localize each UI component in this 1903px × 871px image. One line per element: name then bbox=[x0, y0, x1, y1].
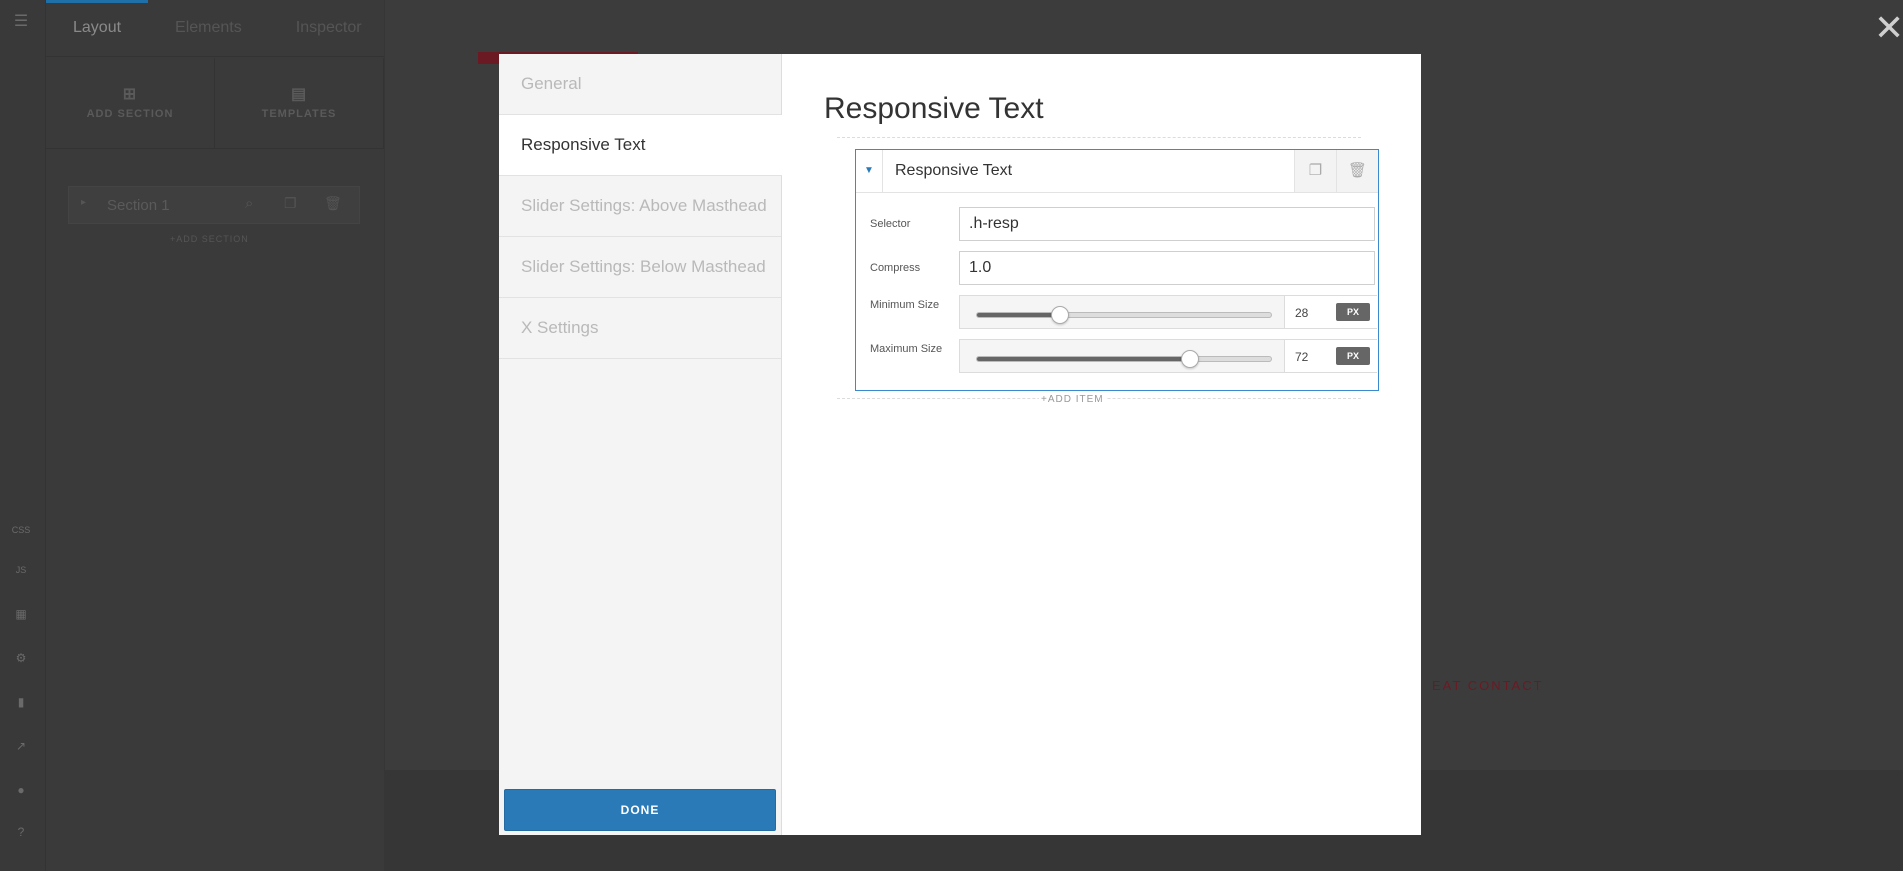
search-icon[interactable]: ⌕ bbox=[245, 195, 253, 212]
max-size-slider-group: 72 PX bbox=[959, 339, 1378, 373]
settings-nav-slider-above[interactable]: Slider Settings: Above Masthead bbox=[499, 176, 781, 237]
help-icon[interactable]: ? bbox=[11, 822, 31, 842]
section-name: Section 1 bbox=[107, 197, 170, 214]
max-size-slider-track[interactable] bbox=[976, 350, 1272, 368]
settings-content: Responsive Text ▼ Responsive Text ❐ 🗑 Se… bbox=[781, 54, 1421, 835]
max-size-value[interactable]: 72 bbox=[1295, 350, 1308, 364]
title-divider bbox=[837, 137, 1361, 138]
tab-elements[interactable]: Elements bbox=[148, 0, 269, 56]
add-section-link[interactable]: +ADD SECTION bbox=[170, 234, 249, 244]
min-size-slider-thumb[interactable] bbox=[1051, 306, 1070, 324]
external-link-icon[interactable]: ↗ bbox=[11, 736, 31, 756]
add-section-button[interactable]: ⊞ ADD SECTION bbox=[46, 58, 215, 148]
document-icon: ▤ bbox=[290, 86, 308, 103]
max-size-value-box: 72 PX bbox=[1284, 340, 1378, 372]
builder-tabs: Layout Elements Inspector bbox=[46, 0, 384, 57]
settings-nav-x-settings[interactable]: X Settings bbox=[499, 298, 781, 359]
close-icon[interactable]: ✕ bbox=[1874, 10, 1903, 46]
tab-layout[interactable]: Layout bbox=[46, 0, 149, 56]
templates-button[interactable]: ▤ TEMPLATES bbox=[215, 58, 384, 148]
settings-nav-slider-below[interactable]: Slider Settings: Below Masthead bbox=[499, 237, 781, 298]
settings-title: Responsive Text bbox=[824, 92, 1044, 125]
section-row[interactable]: ▸ Section 1 ⌕ ❐ 🗑 bbox=[68, 186, 360, 224]
grid-icon[interactable]: ▦ bbox=[11, 604, 31, 624]
min-size-slider-track[interactable] bbox=[976, 306, 1272, 324]
plus-square-icon: ⊞ bbox=[122, 86, 138, 103]
trash-icon[interactable]: 🗑 bbox=[1336, 150, 1378, 192]
min-size-slider-fill bbox=[977, 313, 1060, 317]
templates-label: TEMPLATES bbox=[261, 108, 337, 120]
max-size-slider-thumb[interactable] bbox=[1180, 350, 1199, 368]
compress-input[interactable] bbox=[959, 251, 1375, 285]
add-item-button[interactable]: +ADD ITEM bbox=[1039, 394, 1106, 405]
selector-input[interactable] bbox=[959, 207, 1375, 241]
settings-icon[interactable]: ⚙ bbox=[11, 648, 31, 668]
tab-inspector[interactable]: Inspector bbox=[269, 0, 389, 56]
max-size-unit-button[interactable]: PX bbox=[1336, 347, 1370, 365]
chevron-down-icon[interactable]: ▼ bbox=[856, 150, 883, 192]
expand-caret-icon[interactable]: ▸ bbox=[81, 197, 86, 208]
min-size-unit-button[interactable]: PX bbox=[1336, 303, 1370, 321]
canvas-nav-links: EAT CONTACT bbox=[1432, 678, 1544, 693]
compress-label: Compress bbox=[870, 262, 921, 274]
settings-modal: General Responsive Text Slider Settings:… bbox=[499, 54, 1421, 835]
builder-actions: ⊞ ADD SECTION ▤ TEMPLATES bbox=[46, 58, 384, 149]
min-size-slider-group: 28 PX bbox=[959, 295, 1378, 329]
item-title: Responsive Text bbox=[895, 162, 1013, 179]
min-size-value[interactable]: 28 bbox=[1295, 306, 1308, 320]
duplicate-icon[interactable]: ❐ bbox=[1294, 150, 1336, 192]
max-size-slider-fill bbox=[977, 357, 1189, 361]
menu-icon[interactable]: ☰ bbox=[11, 12, 31, 32]
min-size-value-box: 28 PX bbox=[1284, 296, 1378, 328]
icon-rail: ☰ CSS JS ▦ ⚙ ▮ ↗ ● ? bbox=[0, 0, 46, 871]
css-icon[interactable]: CSS bbox=[11, 520, 31, 540]
js-icon[interactable]: JS bbox=[11, 560, 31, 580]
settings-nav-general[interactable]: General bbox=[499, 54, 781, 115]
info-icon[interactable]: ● bbox=[11, 780, 31, 800]
min-size-label: Minimum Size bbox=[870, 299, 940, 311]
responsive-text-item: ▼ Responsive Text ❐ 🗑 Selector Compress … bbox=[855, 149, 1379, 391]
duplicate-icon[interactable]: ❐ bbox=[284, 195, 297, 212]
book-icon[interactable]: ▮ bbox=[11, 692, 31, 712]
done-button[interactable]: DONE bbox=[504, 789, 776, 831]
selector-label: Selector bbox=[870, 218, 911, 230]
settings-nav-responsive-text[interactable]: Responsive Text bbox=[499, 115, 782, 176]
settings-nav: General Responsive Text Slider Settings:… bbox=[499, 54, 782, 835]
item-header[interactable]: ▼ Responsive Text ❐ 🗑 bbox=[856, 150, 1378, 193]
trash-icon[interactable]: 🗑 bbox=[324, 195, 342, 212]
max-size-label: Maximum Size bbox=[870, 343, 943, 355]
add-section-label: ADD SECTION bbox=[86, 108, 174, 120]
